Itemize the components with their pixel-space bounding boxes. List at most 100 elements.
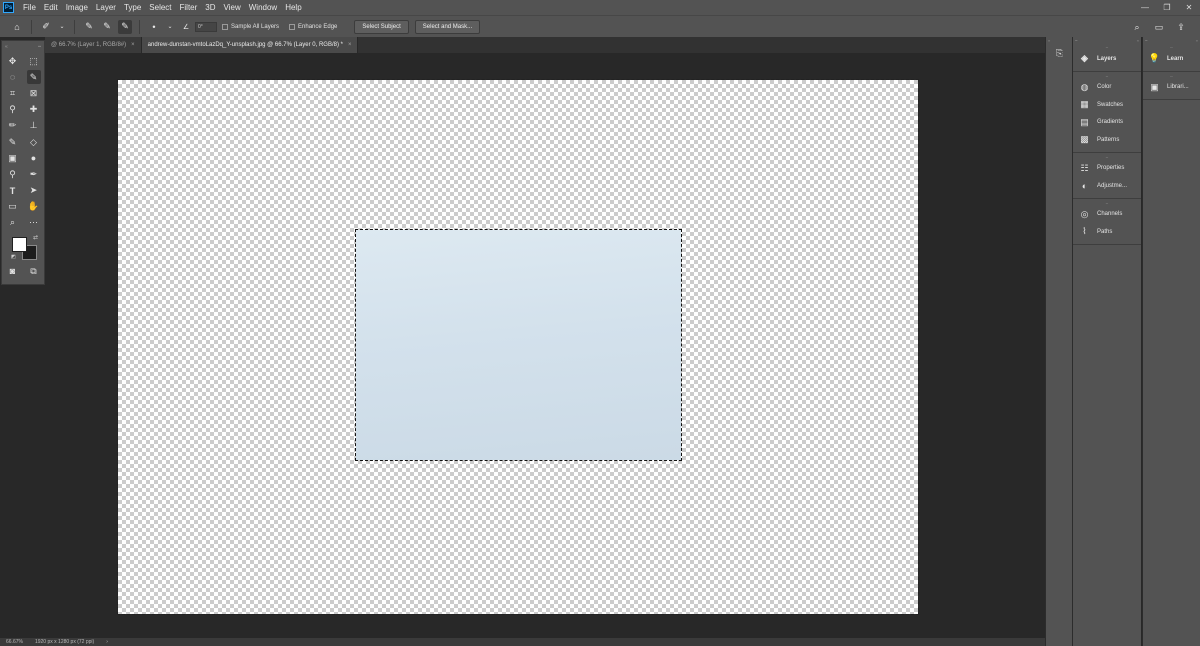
add-selection-icon[interactable]: ✎ (100, 20, 114, 34)
rectangle-tool-icon[interactable]: ▭ (6, 200, 20, 214)
photoshop-window: Ps File Edit Image Layer Type Select Fil… (0, 0, 1200, 646)
panel-groups: ┅ ◈ Layers ┅ ◍ Color ▦ Swatches ▤ Gradients ▩ Patte… (1073, 43, 1141, 245)
hand-tool-icon[interactable]: ✋ (27, 200, 41, 214)
tab-andrew-dunstan-document[interactable]: andrew-dunstan-vmtoLazDq_Y-unsplash.jpg … (141, 37, 359, 53)
eyedropper-tool-icon[interactable]: ⚲ (6, 103, 20, 117)
divider (139, 19, 140, 34)
close-icon[interactable]: × (348, 42, 352, 48)
screen-mode-icon[interactable]: ⧉ (27, 264, 41, 278)
healing-brush-tool-icon[interactable]: ✚ (27, 103, 41, 117)
dodge-tool-icon[interactable]: ⚲ (6, 167, 20, 181)
zoom-level[interactable]: 66.67% (0, 639, 29, 645)
panel-tab-patterns[interactable]: ▩ Patterns (1073, 131, 1141, 149)
panel-tab-learn[interactable]: 💡 Learn (1143, 50, 1200, 68)
sample-all-layers-checkbox[interactable]: Sample All Layers (222, 23, 279, 30)
properties-icon: ☷ (1080, 162, 1089, 173)
marquee-tool-icon[interactable]: ⬚ (27, 54, 41, 68)
select-subject-button[interactable]: Select Subject (354, 19, 409, 34)
history-icon[interactable]: ⎘ (1046, 43, 1073, 63)
default-colors-icon[interactable]: ◩ (11, 254, 16, 260)
panel-tab-gradients[interactable]: ▤ Gradients (1073, 114, 1141, 132)
crop-tool-icon[interactable]: ⌗ (6, 86, 20, 100)
quick-selection-tool-icon[interactable]: ✎ (26, 70, 41, 85)
panel-tab-adjustments[interactable]: ◐ Adjustme... (1073, 177, 1141, 195)
select-and-mask-button[interactable]: Select and Mask... (414, 19, 481, 34)
enhance-edge-checkbox[interactable]: Enhance Edge (289, 23, 337, 30)
restore-button[interactable]: ❐ (1156, 0, 1178, 15)
more-tools-icon[interactable]: ⋯ (27, 216, 41, 230)
close-icon[interactable]: × (131, 42, 135, 48)
toolbar-grip[interactable]: «┅ (2, 41, 44, 53)
chevron-down-icon[interactable]: ⌄ (55, 20, 69, 34)
tab-layer-1-document[interactable]: @ 66.7% (Layer 1, RGB/8#) × (45, 37, 142, 53)
menu-select[interactable]: Select (145, 3, 175, 12)
history-brush-tool-icon[interactable]: ✎ (6, 135, 20, 149)
frame-tool-icon[interactable]: ⊠ (27, 86, 41, 100)
options-right-group: ⌕ ▭ ⇪ (1126, 20, 1192, 34)
collapse-icon[interactable]: « (5, 44, 8, 50)
type-tool-icon[interactable]: T (6, 184, 20, 198)
panel-tab-label: Paths (1097, 228, 1113, 235)
menu-layer[interactable]: Layer (92, 3, 120, 12)
angle-icon: ∠ (182, 23, 190, 31)
lasso-tool-icon[interactable]: ◌ (6, 70, 20, 84)
menu-type[interactable]: Type (120, 3, 145, 12)
path-selection-tool-icon[interactable]: ➤ (27, 184, 41, 198)
brush-tool-icon[interactable]: ✏ (6, 119, 20, 133)
canvas-area[interactable] (45, 53, 1035, 638)
checkbox-box[interactable] (222, 23, 228, 30)
menu-image[interactable]: Image (62, 3, 92, 12)
menu-edit[interactable]: Edit (40, 3, 62, 12)
panel-tab-label: Swatches (1097, 101, 1124, 108)
expand-icon[interactable]: » (1196, 38, 1198, 43)
swap-colors-icon[interactable]: ⇄ (33, 234, 38, 241)
divider (31, 19, 32, 34)
checkbox-box[interactable] (289, 23, 296, 30)
minimize-button[interactable]: — (1134, 0, 1156, 15)
subtract-selection-icon[interactable]: ✎ (118, 19, 132, 34)
brush-size-icon[interactable]: • (147, 20, 161, 34)
clone-stamp-tool-icon[interactable]: ⊥ (27, 119, 41, 133)
home-icon[interactable]: ⌂ (10, 20, 24, 34)
pen-tool-icon[interactable]: ✒ (27, 167, 41, 181)
panel-tab-color[interactable]: ◍ Color (1073, 79, 1141, 97)
new-selection-icon[interactable]: ✎ (82, 20, 96, 34)
menu-help[interactable]: Help (281, 3, 305, 12)
menu-view[interactable]: View (220, 3, 245, 12)
eraser-tool-icon[interactable]: ◇ (27, 135, 41, 149)
document-canvas[interactable] (117, 79, 919, 615)
panel-tab-properties[interactable]: ☷ Properties (1073, 160, 1141, 178)
chevron-down-icon[interactable]: ⌄ (163, 20, 177, 34)
menu-file[interactable]: File (19, 3, 40, 12)
panel-group: ┅ ◍ Color ▦ Swatches ▤ Gradients ▩ Patterns (1073, 72, 1141, 153)
gradient-tool-icon[interactable]: ▣ (6, 151, 20, 165)
panel-tab-libraries[interactable]: ▣ Librari... (1143, 79, 1200, 97)
panel-tab-label: Learn (1167, 55, 1184, 62)
tool-preset-picker-icon[interactable]: ✐ (39, 20, 53, 34)
panel-tab-layers[interactable]: ◈ Layers (1073, 50, 1141, 68)
panel-icon-strip: « ⎘ (1045, 37, 1072, 646)
menu-3d[interactable]: 3D (201, 3, 219, 12)
document-tabs: @ 66.7% (Layer 1, RGB/8#) × andrew-dunst… (45, 37, 1045, 53)
status-menu-arrow[interactable]: › (100, 639, 114, 645)
collapse-icon[interactable]: « (1048, 38, 1050, 43)
quick-mask-icon[interactable]: ◙ (6, 264, 20, 278)
panel-tab-swatches[interactable]: ▦ Swatches (1073, 96, 1141, 114)
collapse-icon[interactable]: « (1137, 38, 1139, 43)
move-tool-icon[interactable]: ✥ (6, 54, 20, 68)
close-window-button[interactable]: ✕ (1178, 0, 1200, 15)
grip-icon: ┅ (37, 44, 41, 50)
angle-input[interactable]: 0° (195, 21, 217, 32)
menu-filter[interactable]: Filter (176, 3, 202, 12)
foreground-color-swatch[interactable] (12, 237, 27, 253)
share-icon[interactable]: ⇪ (1174, 20, 1188, 34)
panel-tab-channels[interactable]: ◎ Channels (1073, 206, 1141, 224)
search-icon[interactable]: ⌕ (1130, 20, 1144, 34)
menu-window[interactable]: Window (245, 3, 281, 12)
panel-tab-label: Librari... (1167, 84, 1189, 91)
panel-tab-paths[interactable]: ⌇ Paths (1073, 223, 1141, 241)
workspace-icon[interactable]: ▭ (1152, 20, 1166, 34)
photo-layer[interactable] (355, 229, 682, 461)
blur-tool-icon[interactable]: ● (27, 151, 41, 165)
zoom-tool-icon[interactable]: ⌕ (6, 216, 20, 230)
